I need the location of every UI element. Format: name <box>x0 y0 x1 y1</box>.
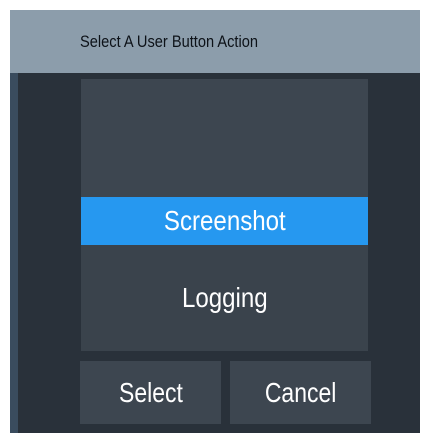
dialog-title-bar: Select A User Button Action <box>10 10 420 73</box>
left-edge-strip <box>10 73 18 433</box>
select-button-label: Select <box>118 377 183 408</box>
action-list[interactable]: Screenshot Logging <box>81 79 368 351</box>
cancel-button-label: Cancel <box>264 377 337 408</box>
list-item-label: Screenshot <box>163 205 286 236</box>
dialog-title: Select A User Button Action <box>80 32 258 51</box>
list-item-screenshot[interactable]: Screenshot <box>81 197 368 245</box>
list-item-label: Logging <box>181 282 268 313</box>
list-item-logging[interactable]: Logging <box>81 245 368 351</box>
select-button[interactable]: Select <box>80 361 221 424</box>
user-button-action-dialog: Select A User Button Action Screenshot L… <box>10 10 420 433</box>
cancel-button[interactable]: Cancel <box>230 361 371 424</box>
